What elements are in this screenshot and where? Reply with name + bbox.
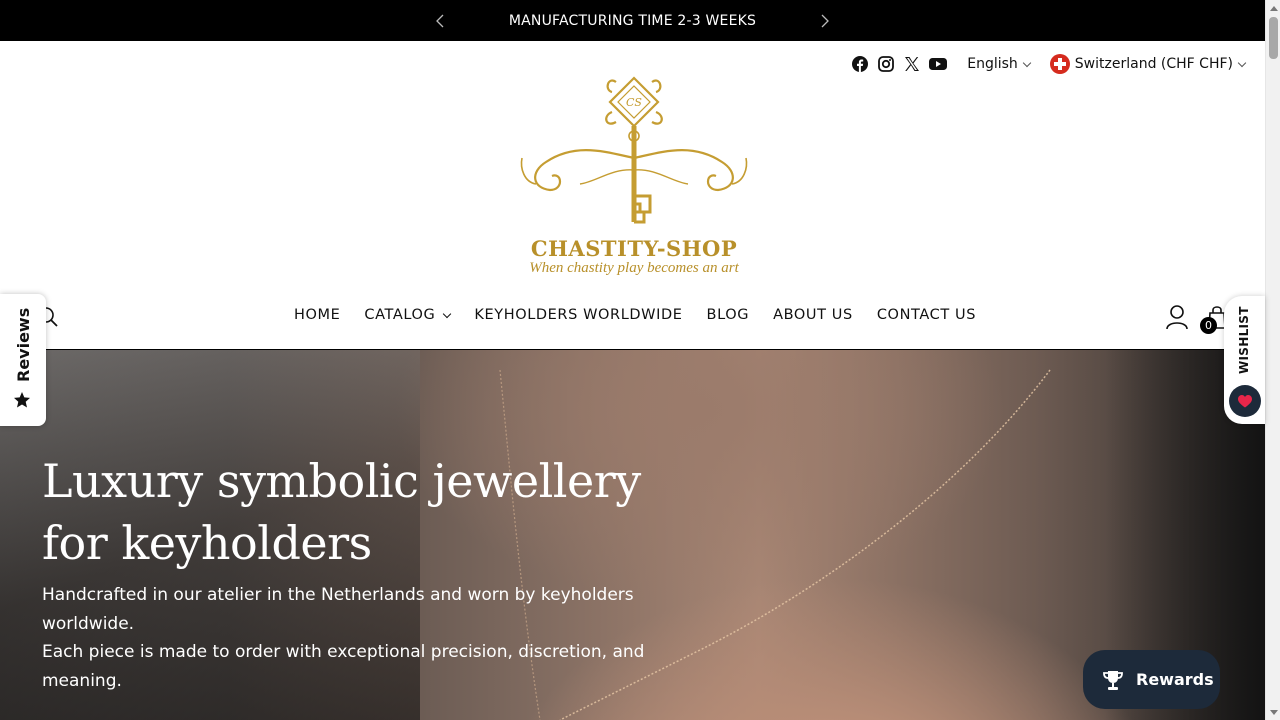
- star-icon: [14, 392, 30, 408]
- svg-text:CS: CS: [626, 96, 642, 109]
- social-links: [851, 55, 948, 73]
- site-logo[interactable]: CS CHASTITY-SHOP When chastity play beco…: [516, 72, 752, 282]
- swiss-flag-icon: [1049, 54, 1070, 74]
- chevron-down-icon: [443, 309, 452, 318]
- country-selector[interactable]: Switzerland (CHF CHF): [1049, 54, 1247, 74]
- key-emblem-icon: CS: [520, 76, 748, 224]
- trophy-icon: [1103, 670, 1123, 690]
- nav-item-label: KEYHOLDERS WORLDWIDE: [474, 307, 683, 323]
- account-icon[interactable]: [1165, 304, 1189, 330]
- main-navigation: HOME CATALOG KEYHOLDERS WORLDWIDE BLOG A…: [0, 296, 1265, 350]
- nav-item-keyholders-worldwide[interactable]: KEYHOLDERS WORLDWIDE: [474, 307, 682, 323]
- scroll-down-arrow-icon[interactable]: [1266, 705, 1280, 720]
- logo-brand-text: CHASTITY-SHOP: [530, 236, 738, 261]
- nav-item-label: HOME: [294, 307, 341, 323]
- nav-menu: HOME CATALOG KEYHOLDERS WORLDWIDE BLOG A…: [294, 307, 976, 323]
- nav-item-label: CATALOG: [364, 307, 436, 323]
- scrollbar-thumb[interactable]: [1269, 17, 1278, 59]
- nav-item-about-us[interactable]: ABOUT US: [773, 307, 853, 323]
- facebook-icon[interactable]: [851, 55, 869, 73]
- hero-paragraph-2: Each piece is made to order with excepti…: [42, 642, 645, 691]
- language-selector[interactable]: English: [967, 56, 1032, 72]
- wishlist-side-tab[interactable]: WISHLIST: [1224, 296, 1265, 424]
- hero-title: Luxury symbolic jewellery for keyholders: [42, 454, 641, 570]
- rewards-label: Rewards: [1136, 670, 1214, 689]
- logo-tagline: When chastity play becomes an art: [529, 260, 739, 276]
- nav-item-label: BLOG: [706, 307, 750, 323]
- youtube-icon[interactable]: [929, 55, 948, 73]
- x-twitter-icon[interactable]: [903, 55, 921, 73]
- announcement-prev-button[interactable]: [432, 12, 448, 30]
- hero-banner: Luxury symbolic jewellery for keyholders…: [0, 350, 1265, 720]
- scroll-up-arrow-icon[interactable]: [1266, 0, 1280, 15]
- chevron-right-icon: [821, 14, 829, 28]
- nav-item-label: CONTACT US: [876, 307, 977, 323]
- announcement-text: MANUFACTURING TIME 2-3 WEEKS: [508, 12, 757, 29]
- hero-paragraph-1: Handcrafted in our atelier in the Nether…: [42, 585, 634, 634]
- nav-item-home[interactable]: HOME: [294, 307, 340, 323]
- country-label: Switzerland (CHF CHF): [1074, 56, 1233, 72]
- nav-item-catalog[interactable]: CATALOG: [364, 307, 452, 323]
- page-scrollbar[interactable]: [1265, 0, 1280, 720]
- chevron-down-icon: [1022, 58, 1032, 67]
- instagram-icon[interactable]: [877, 55, 895, 73]
- utility-bar: English Switzerland (CHF CHF): [851, 52, 1247, 76]
- nav-item-contact-us[interactable]: CONTACT US: [877, 307, 976, 323]
- nav-item-label: ABOUT US: [773, 307, 853, 323]
- wishlist-label: WISHLIST: [1237, 306, 1251, 374]
- announcement-next-button[interactable]: [817, 12, 833, 30]
- cart-count-badge: 0: [1200, 317, 1217, 334]
- language-label: English: [967, 56, 1018, 72]
- chevron-left-icon: [436, 14, 444, 28]
- rewards-button[interactable]: Rewards: [1083, 650, 1220, 709]
- wishlist-heart-button[interactable]: [1229, 385, 1261, 417]
- chevron-down-icon: [1237, 58, 1247, 67]
- heart-icon: [1238, 394, 1252, 407]
- nav-item-blog[interactable]: BLOG: [707, 307, 750, 323]
- reviews-side-tab[interactable]: Reviews: [0, 294, 46, 426]
- reviews-label: Reviews: [14, 307, 33, 382]
- announcement-bar: MANUFACTURING TIME 2-3 WEEKS: [0, 0, 1265, 41]
